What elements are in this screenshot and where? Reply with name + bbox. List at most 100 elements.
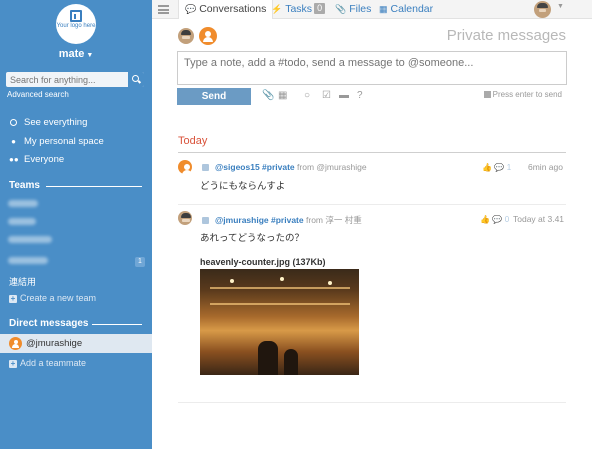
divider [178, 204, 566, 205]
message-author[interactable]: @sigeos15 [215, 162, 260, 172]
tab-tasks[interactable]: ⚡ Tasks 0 [268, 0, 328, 19]
square-icon [202, 164, 209, 171]
attachment-image[interactable] [200, 269, 359, 375]
image-detail [280, 277, 284, 281]
message-meta: @sigeos15 #private from @jmurashige [202, 162, 367, 172]
compose-box [177, 51, 567, 85]
caret-down-icon: ▼ [86, 52, 94, 59]
create-team-link[interactable]: + Create a new team [9, 293, 96, 303]
message-text: あれってどうなったの？ [200, 233, 305, 244]
create-team-label: Create a new team [20, 293, 97, 303]
add-teammate-label: Add a teammate [20, 358, 87, 368]
message-tag[interactable]: #private [271, 215, 304, 225]
image-detail [230, 279, 234, 283]
nav-label: See everything [24, 117, 88, 128]
main-panel: Private messages Send 📎 ▦ ○ ☑ ▬ ? Press … [152, 20, 592, 449]
help-icon[interactable]: ? [357, 90, 363, 101]
tab-label: Calendar [390, 3, 434, 15]
thumbs-up-icon[interactable]: 👍 [480, 215, 490, 224]
day-label: Today [178, 135, 208, 147]
search-icon[interactable] [128, 72, 144, 87]
person-icon: ● [11, 137, 16, 146]
plus-icon: + [9, 359, 17, 368]
logo[interactable]: Your logo here [56, 4, 96, 44]
page-title: Private messages [446, 27, 566, 44]
image-detail [258, 341, 278, 375]
add-teammate-link[interactable]: + Add a teammate [9, 358, 86, 368]
tab-label: Conversations [199, 3, 267, 15]
search-input[interactable] [10, 74, 128, 85]
attachment-name[interactable]: heavenly-counter.jpg (137Kb) [200, 257, 326, 267]
card-icon[interactable]: ▬ [339, 90, 349, 101]
dm-label: @jmurashige [26, 338, 83, 349]
dm-item-jmurashige[interactable]: @jmurashige [0, 334, 152, 353]
calendar-icon: ▦ [379, 4, 388, 14]
divider [46, 186, 142, 187]
message-author[interactable]: @jmurashige [215, 215, 269, 225]
message-text: どうにもならんすよ [200, 181, 286, 192]
team-item[interactable] [8, 200, 38, 207]
checkbox-icon[interactable]: ☑ [322, 90, 331, 101]
team-item[interactable] [8, 218, 36, 225]
chat-icon: 💬 [185, 4, 197, 14]
advanced-search-link[interactable]: Advanced search [7, 90, 69, 99]
tab-conversations[interactable]: 💬 Conversations [178, 0, 274, 19]
message-actions: 👍 💬 0 [480, 214, 509, 224]
avatar [178, 28, 194, 44]
team-item[interactable] [8, 236, 52, 243]
message-actions: 👍 💬 1 [482, 162, 511, 172]
calendar-icon[interactable]: ▦ [278, 90, 287, 101]
divider [92, 324, 142, 325]
building-icon [70, 10, 82, 22]
caret-down-icon[interactable]: ▼ [557, 3, 564, 10]
image-detail [210, 287, 350, 289]
divider [178, 152, 566, 153]
send-button[interactable]: Send [177, 88, 251, 105]
search-box [6, 72, 144, 87]
group-icon: ●● [9, 155, 19, 164]
message-tag[interactable]: #private [262, 162, 295, 172]
press-enter-option[interactable]: Press enter to send [483, 90, 562, 99]
plus-icon: + [9, 294, 17, 303]
divider [178, 402, 566, 403]
dm-title: Direct messages [9, 318, 89, 329]
nav-label: Everyone [24, 154, 65, 165]
nav-everyone[interactable]: ●● Everyone [9, 154, 64, 165]
nav-personal-space[interactable]: ● My personal space [9, 136, 104, 147]
unread-badge: 1 [135, 257, 145, 267]
message-from: from 淳一 村重 [306, 215, 362, 225]
team-item[interactable] [8, 257, 48, 264]
paperclip-icon[interactable]: 📎 [262, 90, 274, 101]
sidebar: Your logo here mate▼ Advanced search See… [0, 0, 152, 449]
nav-label: My personal space [24, 136, 104, 147]
teams-title: Teams [9, 180, 40, 191]
image-detail [284, 349, 298, 375]
paperclip-icon: 📎 [335, 4, 347, 14]
tasks-count-badge: 0 [314, 3, 326, 14]
message-meta: @jmurashige #private from 淳一 村重 [202, 214, 362, 226]
tab-label: Files [349, 3, 372, 15]
image-detail [328, 281, 332, 285]
nav-see-everything[interactable]: See everything [9, 117, 87, 128]
bolt-icon: ⚡ [271, 4, 283, 14]
tab-label: Tasks [285, 3, 313, 15]
menu-icon[interactable] [158, 5, 169, 14]
top-bar: 💬 Conversations ⚡ Tasks 0 📎 Files ▦ Calendar … [152, 0, 592, 19]
comment-icon[interactable]: 💬 [492, 215, 502, 224]
like-count: 0 [504, 215, 510, 224]
square-icon [202, 217, 209, 224]
tab-files[interactable]: 📎 Files [332, 0, 374, 19]
user-menu[interactable]: mate ▼ [0, 48, 152, 60]
avatar [178, 211, 192, 225]
comment-icon[interactable]: ○ [304, 90, 310, 101]
avatar [199, 27, 217, 45]
tab-calendar[interactable]: ▦ Calendar [376, 0, 436, 19]
comment-icon[interactable]: 💬 [494, 163, 504, 172]
message-input[interactable] [178, 52, 566, 84]
team-item[interactable]: 連結用 [9, 275, 36, 288]
avatar [9, 337, 22, 350]
like-count: 1 [506, 163, 512, 172]
message-from: from @jmurashige [297, 162, 367, 172]
user-avatar[interactable] [534, 1, 551, 18]
thumbs-up-icon[interactable]: 👍 [482, 163, 492, 172]
